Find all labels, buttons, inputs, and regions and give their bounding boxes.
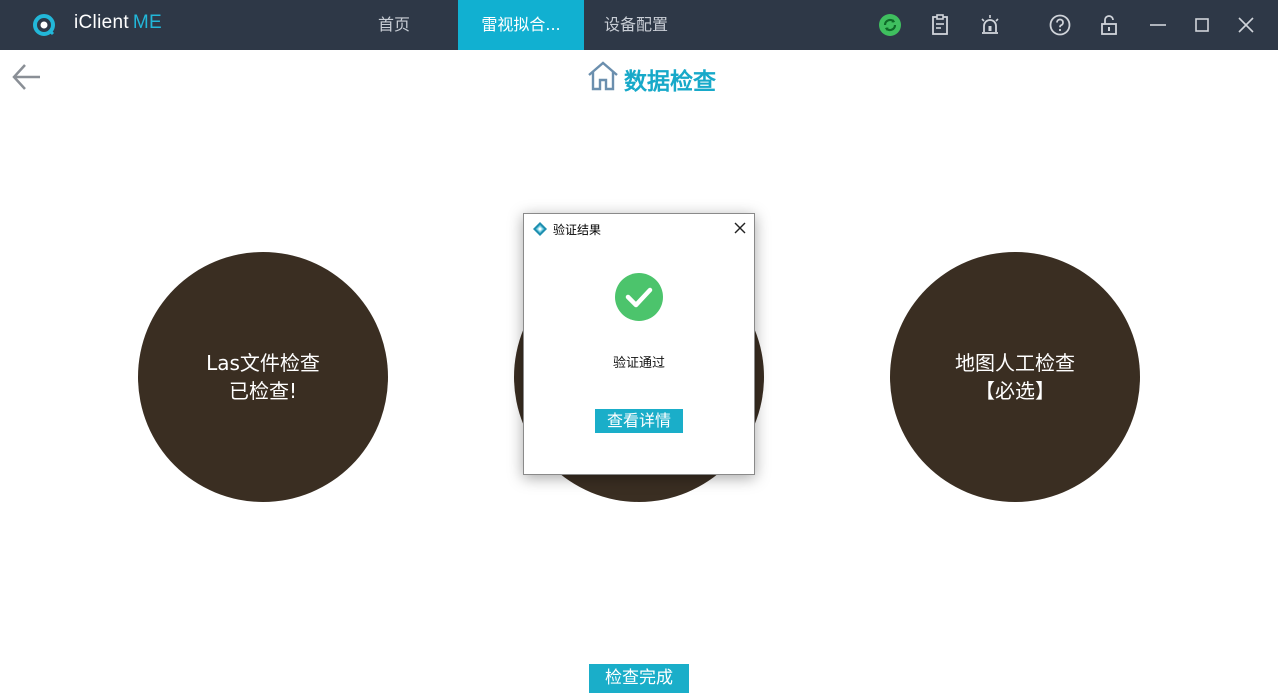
app-title-main: iClient [74, 12, 129, 33]
page-title: 数据检查 [624, 69, 716, 95]
title-bar: iClient ME 首页 雷视拟合... 设备配置 [0, 0, 1278, 50]
app-logo-icon [30, 13, 58, 37]
las-file-check-circle[interactable]: Las文件检查 已检查! [138, 252, 388, 502]
dialog-app-icon [532, 221, 548, 237]
circle-line-1: 地图人工检查 [955, 351, 1075, 375]
lock-icon[interactable] [1096, 12, 1122, 38]
sync-icon[interactable] [877, 12, 903, 38]
circle-line-2: 【必选】 [975, 379, 1055, 403]
maximize-icon[interactable] [1189, 12, 1215, 38]
tab-radar-fitting[interactable]: 雷视拟合... [458, 0, 584, 50]
dialog-message: 验证通过 [612, 356, 665, 371]
dialog-title: 验证结果 [553, 223, 602, 237]
view-details-button[interactable]: 查看详情 [595, 409, 683, 433]
help-icon[interactable] [1047, 12, 1073, 38]
home-icon[interactable] [586, 60, 620, 92]
check-complete-button[interactable]: 检查完成 [589, 664, 689, 693]
app-title-suffix: ME [132, 12, 163, 33]
tab-device-config[interactable]: 设备配置 [588, 0, 684, 50]
app-title: iClient ME [74, 12, 162, 34]
close-icon[interactable] [1233, 12, 1259, 38]
tab-home[interactable]: 首页 [346, 0, 442, 50]
clipboard-icon[interactable] [927, 12, 953, 38]
circle-line-2: 已检查! [228, 379, 298, 403]
dialog-close-icon[interactable] [732, 220, 748, 236]
minimize-icon[interactable] [1145, 12, 1171, 38]
back-arrow-icon[interactable] [10, 60, 44, 94]
alarm-icon[interactable] [977, 12, 1003, 38]
circle-line-1: Las文件检查 [206, 351, 320, 375]
map-manual-check-circle[interactable]: 地图人工检查 【必选】 [890, 252, 1140, 502]
success-check-icon [615, 273, 663, 321]
verification-result-dialog: 验证结果 验证通过 查看详情 [523, 213, 755, 475]
